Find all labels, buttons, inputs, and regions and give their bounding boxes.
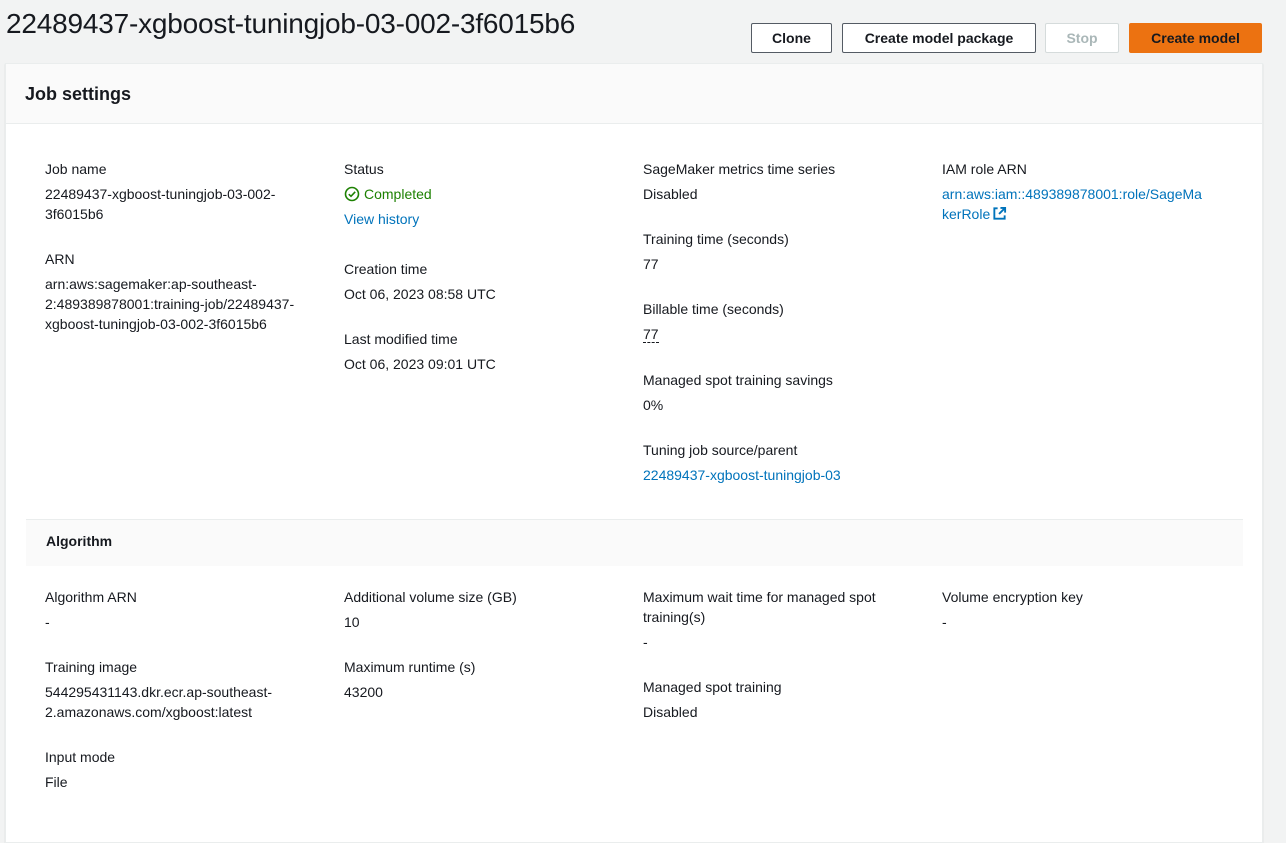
spot-savings-value: 0% [643, 397, 664, 413]
create-model-package-button[interactable]: Create model package [842, 23, 1036, 53]
job-name-value: 22489437-xgboost-tuningjob-03-002- 3f601… [45, 184, 315, 224]
job-name-label: Job name [45, 161, 107, 177]
job-settings-panel: Job settings Job name 22489437-xgboost-t… [5, 63, 1263, 843]
last-modified-field: Last modified time Oct 06, 2023 09:01 UT… [344, 329, 614, 374]
input-mode-label: Input mode [45, 749, 116, 765]
billable-time-label: Billable time (seconds) [643, 301, 784, 317]
clone-button[interactable]: Clone [751, 23, 832, 53]
panel-title: Job settings [25, 84, 132, 104]
status-label: Status [344, 161, 384, 177]
iam-role-field: IAM role ARN arn:aws:iam::489389878001:r… [942, 159, 1232, 226]
arn-line2: 2:489389878001:training-job/22489437- [45, 296, 295, 312]
max-wait-label: Maximum wait time for managed spot train… [643, 587, 913, 627]
spot-savings-field: Managed spot training savings 0% [643, 370, 913, 415]
input-mode-field: Input mode File [45, 747, 315, 792]
iam-role-line2-wrap: kerRole [942, 204, 1232, 226]
volume-size-field: Additional volume size (GB) 10 [344, 587, 614, 632]
arn-label: ARN [45, 251, 75, 267]
algorithm-title: Algorithm [46, 533, 113, 549]
job-name-line1: 22489437-xgboost-tuningjob-03-002- [45, 186, 276, 202]
tuning-parent-label: Tuning job source/parent [643, 442, 798, 458]
encryption-key-label: Volume encryption key [942, 589, 1083, 605]
max-runtime-label: Maximum runtime (s) [344, 659, 476, 675]
creation-time-field: Creation time Oct 06, 2023 08:58 UTC [344, 259, 614, 304]
max-wait-value: - [643, 634, 648, 650]
metrics-value: Disabled [643, 186, 698, 202]
arn-field: ARN arn:aws:sagemaker:ap-southeast- 2:48… [45, 249, 315, 334]
check-circle-icon [344, 186, 360, 202]
status-value: Completed [344, 184, 614, 204]
training-image-line1: 544295431143.dkr.ecr.ap-southeast- [45, 684, 273, 700]
view-history-link[interactable]: View history [344, 209, 614, 229]
max-wait-label-line1: Maximum wait time for managed spot [643, 589, 876, 605]
creation-time-value: Oct 06, 2023 08:58 UTC [344, 286, 496, 302]
managed-spot-field: Managed spot training Disabled [643, 677, 913, 722]
training-image-value: 544295431143.dkr.ecr.ap-southeast- 2.ama… [45, 682, 315, 722]
last-modified-value: Oct 06, 2023 09:01 UTC [344, 356, 496, 372]
page-title: 22489437-xgboost-tuningjob-03-002-3f6015… [6, 8, 576, 39]
status-field: Status Completed View history [344, 159, 614, 229]
training-image-label: Training image [45, 659, 138, 675]
max-runtime-value: 43200 [344, 684, 383, 700]
encryption-key-value: - [942, 614, 947, 630]
training-time-value: 77 [643, 256, 659, 272]
volume-size-label: Additional volume size (GB) [344, 589, 517, 605]
metrics-label: SageMaker metrics time series [643, 161, 836, 177]
training-image-line2: 2.amazonaws.com/xgboost:latest [45, 704, 252, 720]
encryption-key-field: Volume encryption key - [942, 587, 1212, 632]
creation-time-label: Creation time [344, 261, 428, 277]
stop-button[interactable]: Stop [1045, 23, 1119, 53]
billable-time-field: Billable time (seconds) 77 [643, 299, 913, 344]
iam-role-line2: kerRole [942, 206, 991, 222]
arn-value: arn:aws:sagemaker:ap-southeast- 2:489389… [45, 274, 315, 334]
status-text: Completed [364, 186, 432, 202]
create-model-button[interactable]: Create model [1129, 23, 1262, 53]
max-wait-field: Maximum wait time for managed spot train… [643, 587, 913, 652]
tuning-parent-link[interactable]: 22489437-xgboost-tuningjob-03 [643, 465, 913, 485]
billable-time-value[interactable]: 77 [643, 326, 659, 343]
algorithm-arn-value: - [45, 614, 50, 630]
algorithm-arn-field: Algorithm ARN - [45, 587, 315, 632]
algorithm-header: Algorithm [26, 519, 1243, 566]
managed-spot-label: Managed spot training [643, 679, 782, 695]
arn-line3: xgboost-tuningjob-03-002-3f6015b6 [45, 316, 267, 332]
job-name-line2: 3f6015b6 [45, 206, 104, 222]
external-link-icon [992, 206, 1007, 226]
training-time-label: Training time (seconds) [643, 231, 789, 247]
arn-line1: arn:aws:sagemaker:ap-southeast- [45, 276, 257, 292]
algorithm-arn-label: Algorithm ARN [45, 589, 137, 605]
iam-role-line1: arn:aws:iam::489389878001:role/SageMa [942, 186, 1202, 202]
iam-role-link[interactable]: arn:aws:iam::489389878001:role/SageMa ke… [942, 184, 1232, 226]
iam-role-label: IAM role ARN [942, 161, 1027, 177]
training-image-field: Training image 544295431143.dkr.ecr.ap-s… [45, 657, 315, 722]
training-time-field: Training time (seconds) 77 [643, 229, 913, 274]
spot-savings-label: Managed spot training savings [643, 372, 833, 388]
max-wait-label-line2: training(s) [643, 609, 706, 625]
managed-spot-value: Disabled [643, 704, 698, 720]
panel-header: Job settings [6, 64, 1262, 124]
metrics-field: SageMaker metrics time series Disabled [643, 159, 913, 204]
input-mode-value: File [45, 774, 68, 790]
tuning-parent-field: Tuning job source/parent 22489437-xgboos… [643, 440, 913, 485]
last-modified-label: Last modified time [344, 331, 458, 347]
volume-size-value: 10 [344, 614, 360, 630]
max-runtime-field: Maximum runtime (s) 43200 [344, 657, 614, 702]
job-name-field: Job name 22489437-xgboost-tuningjob-03-0… [45, 159, 315, 224]
